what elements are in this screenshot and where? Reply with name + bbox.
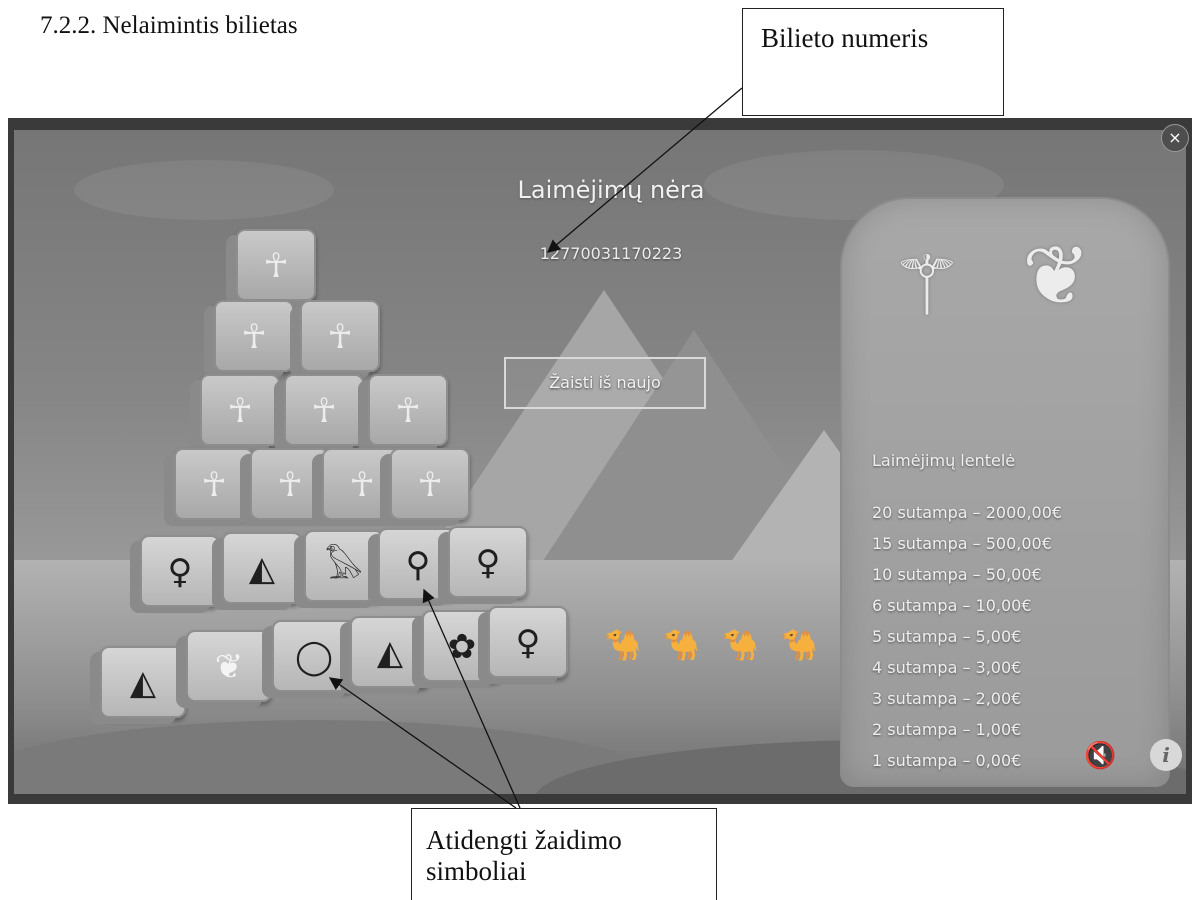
arrow-to-ticket-number — [547, 87, 743, 253]
annotation-arrows — [328, 87, 743, 809]
arrow-to-symbol-mirror — [422, 588, 521, 809]
arrow-to-symbol-ring — [328, 677, 517, 809]
